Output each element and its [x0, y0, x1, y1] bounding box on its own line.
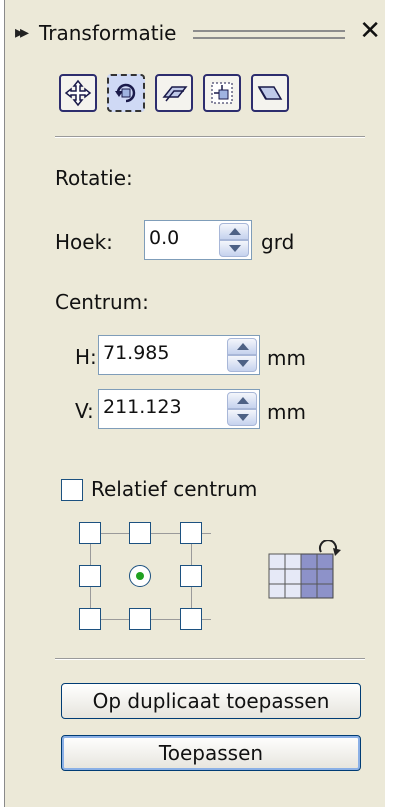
bottom-separator — [55, 658, 365, 660]
anchor-bottom-right[interactable] — [180, 608, 202, 630]
center-section-label: Centrum: — [55, 290, 149, 314]
docker-content: Rotatie: Hoek: grd Centrum: H: mm V: — [5, 52, 385, 807]
h-spinner[interactable] — [227, 338, 257, 372]
angle-input[interactable] — [149, 227, 211, 249]
v-field[interactable] — [98, 389, 260, 429]
v-input[interactable] — [103, 396, 213, 418]
scale-tool-icon — [162, 86, 188, 102]
apply-button[interactable]: Toepassen — [61, 735, 361, 771]
size-tool-button[interactable] — [203, 74, 241, 112]
anchor-top-left[interactable] — [79, 522, 101, 544]
rotation-section-label: Rotatie: — [55, 166, 133, 190]
relative-center-checkbox[interactable] — [61, 479, 83, 501]
anchor-top-center[interactable] — [129, 522, 151, 544]
angle-spinner[interactable] — [219, 223, 249, 257]
skew-tool-icon — [257, 86, 283, 100]
v-label: V: — [75, 399, 94, 423]
close-icon[interactable]: ✕ — [359, 16, 381, 46]
anchor-center[interactable] — [129, 565, 151, 587]
h-unit: mm — [267, 346, 306, 370]
toolbar-separator — [55, 136, 365, 138]
apply-to-duplicate-button[interactable]: Op duplicaat toepassen — [61, 683, 361, 719]
v-unit: mm — [267, 400, 306, 424]
scale-tool-button[interactable] — [155, 74, 193, 112]
skew-tool-button[interactable] — [251, 74, 289, 112]
h-spin-up-icon[interactable] — [227, 338, 257, 355]
move-tool-button[interactable] — [59, 74, 97, 112]
angle-spin-up-icon[interactable] — [219, 223, 249, 240]
size-tool-icon — [211, 82, 233, 104]
angle-field[interactable] — [144, 220, 252, 260]
docker-titlebar: ▸▸ Transformatie ✕ — [5, 12, 385, 52]
angle-spin-down-icon[interactable] — [219, 240, 249, 257]
h-input[interactable] — [103, 342, 213, 364]
titlebar-grip — [193, 30, 345, 39]
docker-title: Transformatie — [39, 21, 177, 45]
anchor-middle-left[interactable] — [79, 565, 101, 587]
anchor-bottom-left[interactable] — [79, 608, 101, 630]
collapse-arrows-icon[interactable]: ▸▸ — [15, 22, 29, 43]
angle-label: Hoek: — [55, 230, 113, 254]
angle-unit: grd — [261, 230, 295, 254]
h-spin-down-icon[interactable] — [227, 355, 257, 372]
h-field[interactable] — [98, 335, 260, 375]
v-spinner[interactable] — [227, 392, 257, 426]
anchor-top-right[interactable] — [180, 522, 202, 544]
move-tool-icon — [64, 79, 92, 107]
rotate-tool-icon — [115, 83, 136, 103]
anchor-bottom-center[interactable] — [129, 608, 151, 630]
anchor-middle-right[interactable] — [180, 565, 202, 587]
v-spin-up-icon[interactable] — [227, 392, 257, 409]
h-label: H: — [75, 345, 97, 369]
v-spin-down-icon[interactable] — [227, 409, 257, 426]
rotate-tool-button[interactable] — [107, 74, 145, 112]
transform-docker: ▸▸ Transformatie ✕ Rotatie: Hoek: 0.0 gr… — [4, 0, 385, 807]
relative-position-icon — [268, 540, 341, 599]
relative-center-label: Relatief centrum — [91, 477, 258, 501]
